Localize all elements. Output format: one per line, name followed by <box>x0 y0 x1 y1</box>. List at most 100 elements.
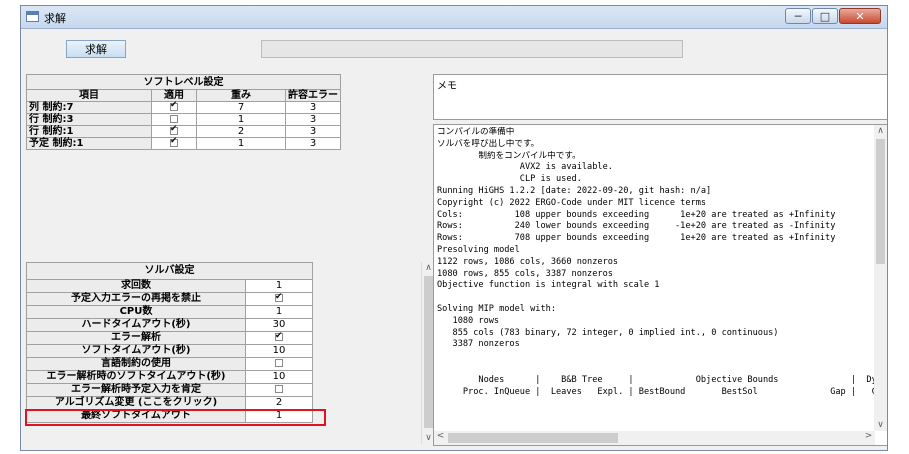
solver-row-label: エラー解析時予定入力を肯定 <box>26 383 246 397</box>
solver-row[interactable]: 予定入力エラーの再掲を禁止 <box>26 291 313 306</box>
minimize-button[interactable]: ─ <box>785 8 811 24</box>
close-button[interactable]: ✕ <box>839 8 881 24</box>
log-line: 1122 rows, 1086 cols, 3660 nonzeros <box>437 256 619 267</box>
solver-row-value[interactable]: 1 <box>245 305 313 319</box>
solver-row[interactable]: エラー解析 <box>26 330 313 345</box>
log-line: Rows: 708 upper bounds exceeding 1e+20 a… <box>437 233 836 244</box>
scroll-thumb[interactable] <box>424 276 433 428</box>
log-line: 3387 nonzeros <box>437 339 520 350</box>
solver-row[interactable]: 言語制約の使用 <box>26 357 313 371</box>
solver-row-label: 言語制約の使用 <box>26 357 246 371</box>
solver-row[interactable]: 求回数 1 <box>26 279 313 293</box>
scroll-right-icon[interactable]: > <box>862 431 875 441</box>
soft-row-item: 列 制約:7 <box>26 101 152 114</box>
solver-row-algorithm[interactable]: アルゴリズム変更 (ここをクリック) 2 <box>26 396 313 410</box>
solver-row-value[interactable] <box>245 383 313 397</box>
solver-row-value[interactable] <box>245 291 313 306</box>
solver-settings-grid: ソルバ設定 求回数 1 予定入力エラーの再掲を禁止 CPU数 1 ハードタイムア… <box>26 262 313 423</box>
log-line: Proc. InQueue | Leaves Expl. | BestBound… <box>437 386 875 397</box>
log-text: コンパイルの準備中 ソルバを呼び出し中です。 制約をコンパイル中です。 AVX2… <box>437 127 875 398</box>
log-line: 855 cols (783 binary, 72 integer, 0 impl… <box>437 327 779 338</box>
maximize-button[interactable]: □ <box>812 8 838 24</box>
soft-level-row[interactable]: 行 制約:1 2 3 <box>26 124 341 138</box>
solve-window: 求解 ─ □ ✕ 求解 ソフトレベル設定 項目 適用 重み 許容エラー 列 制約… <box>20 5 888 451</box>
solver-row[interactable]: エラー解析時のソフトタイムアウト(秒) 10 <box>26 370 313 384</box>
log-vertical-scrollbar[interactable]: ∧ ∨ <box>874 125 887 431</box>
solver-row-value[interactable]: 10 <box>245 370 313 384</box>
solver-row-label: ソフトタイムアウト(秒) <box>26 344 246 358</box>
solver-log[interactable]: コンパイルの準備中 ソルバを呼び出し中です。 制約をコンパイル中です。 AVX2… <box>433 124 887 446</box>
log-line: 1080 rows, 855 cols, 3387 nonzeros <box>437 268 613 279</box>
soft-row-weight[interactable]: 2 <box>196 125 286 138</box>
solver-row-value[interactable] <box>245 330 313 345</box>
log-line: Objective function is integral with scal… <box>437 280 660 291</box>
title-bar[interactable]: 求解 ─ □ ✕ <box>21 6 887 29</box>
scroll-down-icon[interactable]: ∨ <box>874 420 887 430</box>
soft-level-row[interactable]: 行 制約:3 1 3 <box>26 113 341 126</box>
solver-row-label[interactable]: アルゴリズム変更 (ここをクリック) <box>26 396 246 410</box>
soft-row-item: 予定 制約:1 <box>26 137 152 150</box>
soft-row-apply[interactable] <box>151 100 197 114</box>
solver-row-label: エラー解析 <box>26 331 246 345</box>
soft-row-tolerance[interactable]: 3 <box>285 137 341 150</box>
soft-level-row[interactable]: 列 制約:7 7 3 <box>26 100 341 114</box>
scroll-thumb[interactable] <box>876 139 885 264</box>
log-line: Nodes | B&B Tree | Objective Bounds | Dy… <box>437 374 875 385</box>
log-line: 制約をコンパイル中です。 <box>437 150 581 161</box>
log-line: Copyright (c) 2022 ERGO-Code under MIT l… <box>437 197 707 208</box>
scroll-left-icon[interactable]: < <box>434 431 447 441</box>
soft-row-tolerance[interactable]: 3 <box>285 101 341 114</box>
window-app-icon <box>26 11 39 22</box>
soft-row-tolerance[interactable]: 3 <box>285 125 341 138</box>
solver-row[interactable]: CPU数 1 <box>26 305 313 319</box>
scroll-up-icon[interactable]: ∧ <box>874 126 887 136</box>
highlight-box <box>25 409 326 426</box>
solver-row[interactable]: ハードタイムアウト(秒) 30 <box>26 318 313 332</box>
scroll-thumb[interactable] <box>448 433 618 443</box>
log-line: コンパイルの準備中 <box>437 127 515 137</box>
log-line: Solving MIP model with: <box>437 303 556 314</box>
soft-level-grid: ソフトレベル設定 項目 適用 重み 許容エラー 列 制約:7 7 3 行 制約:… <box>26 74 341 150</box>
log-line: Running HiGHS 1.2.2 [date: 2022-09-20, g… <box>437 185 712 196</box>
solver-row-label: ハードタイムアウト(秒) <box>26 318 246 332</box>
memo-box[interactable]: メモ <box>433 74 887 120</box>
soft-row-weight[interactable]: 7 <box>196 101 286 114</box>
log-horizontal-scrollbar[interactable]: < > <box>434 431 875 445</box>
solver-row-label: CPU数 <box>26 305 246 319</box>
soft-row-weight[interactable]: 1 <box>196 113 286 126</box>
solver-row[interactable]: エラー解析時予定入力を肯定 <box>26 383 313 397</box>
log-line: AVX2 is available. <box>437 162 613 173</box>
solver-checkbox[interactable] <box>275 291 283 303</box>
apply-checkbox[interactable] <box>170 136 178 147</box>
solver-checkbox[interactable] <box>275 359 283 367</box>
solver-row[interactable]: ソフトタイムアウト(秒) 10 <box>26 344 313 358</box>
log-line: 1080 rows <box>437 315 500 326</box>
apply-checkbox[interactable] <box>170 100 178 111</box>
solver-row-label: エラー解析時のソフトタイムアウト(秒) <box>26 370 246 384</box>
log-line: Cols: 108 upper bounds exceeding 1e+20 a… <box>437 209 836 220</box>
solver-checkbox[interactable] <box>275 385 283 393</box>
solve-button[interactable]: 求解 <box>66 40 126 58</box>
apply-checkbox[interactable] <box>170 124 178 135</box>
solver-row-label: 求回数 <box>26 279 246 293</box>
solver-row-value[interactable]: 10 <box>245 344 313 358</box>
memo-label: メモ <box>437 81 457 92</box>
log-line: ソルバを呼び出し中です。 <box>437 138 540 149</box>
window-controls: ─ □ ✕ <box>784 8 881 24</box>
soft-row-tolerance[interactable]: 3 <box>285 113 341 126</box>
window-title: 求解 <box>44 12 66 25</box>
soft-row-weight[interactable]: 1 <box>196 137 286 150</box>
log-line: Presolving model <box>437 244 520 255</box>
soft-level-title: ソフトレベル設定 <box>26 74 341 90</box>
col-header-weight: 重み <box>196 89 286 102</box>
solver-row-value[interactable]: 2 <box>245 396 313 410</box>
solver-row-value[interactable] <box>245 357 313 371</box>
soft-row-apply[interactable] <box>151 136 197 150</box>
apply-checkbox[interactable] <box>170 115 178 123</box>
log-line: CLP is used. <box>437 174 582 185</box>
soft-level-row[interactable]: 予定 制約:1 1 3 <box>26 136 341 150</box>
soft-row-item: 行 制約:3 <box>26 113 152 126</box>
solver-checkbox[interactable] <box>275 330 283 342</box>
